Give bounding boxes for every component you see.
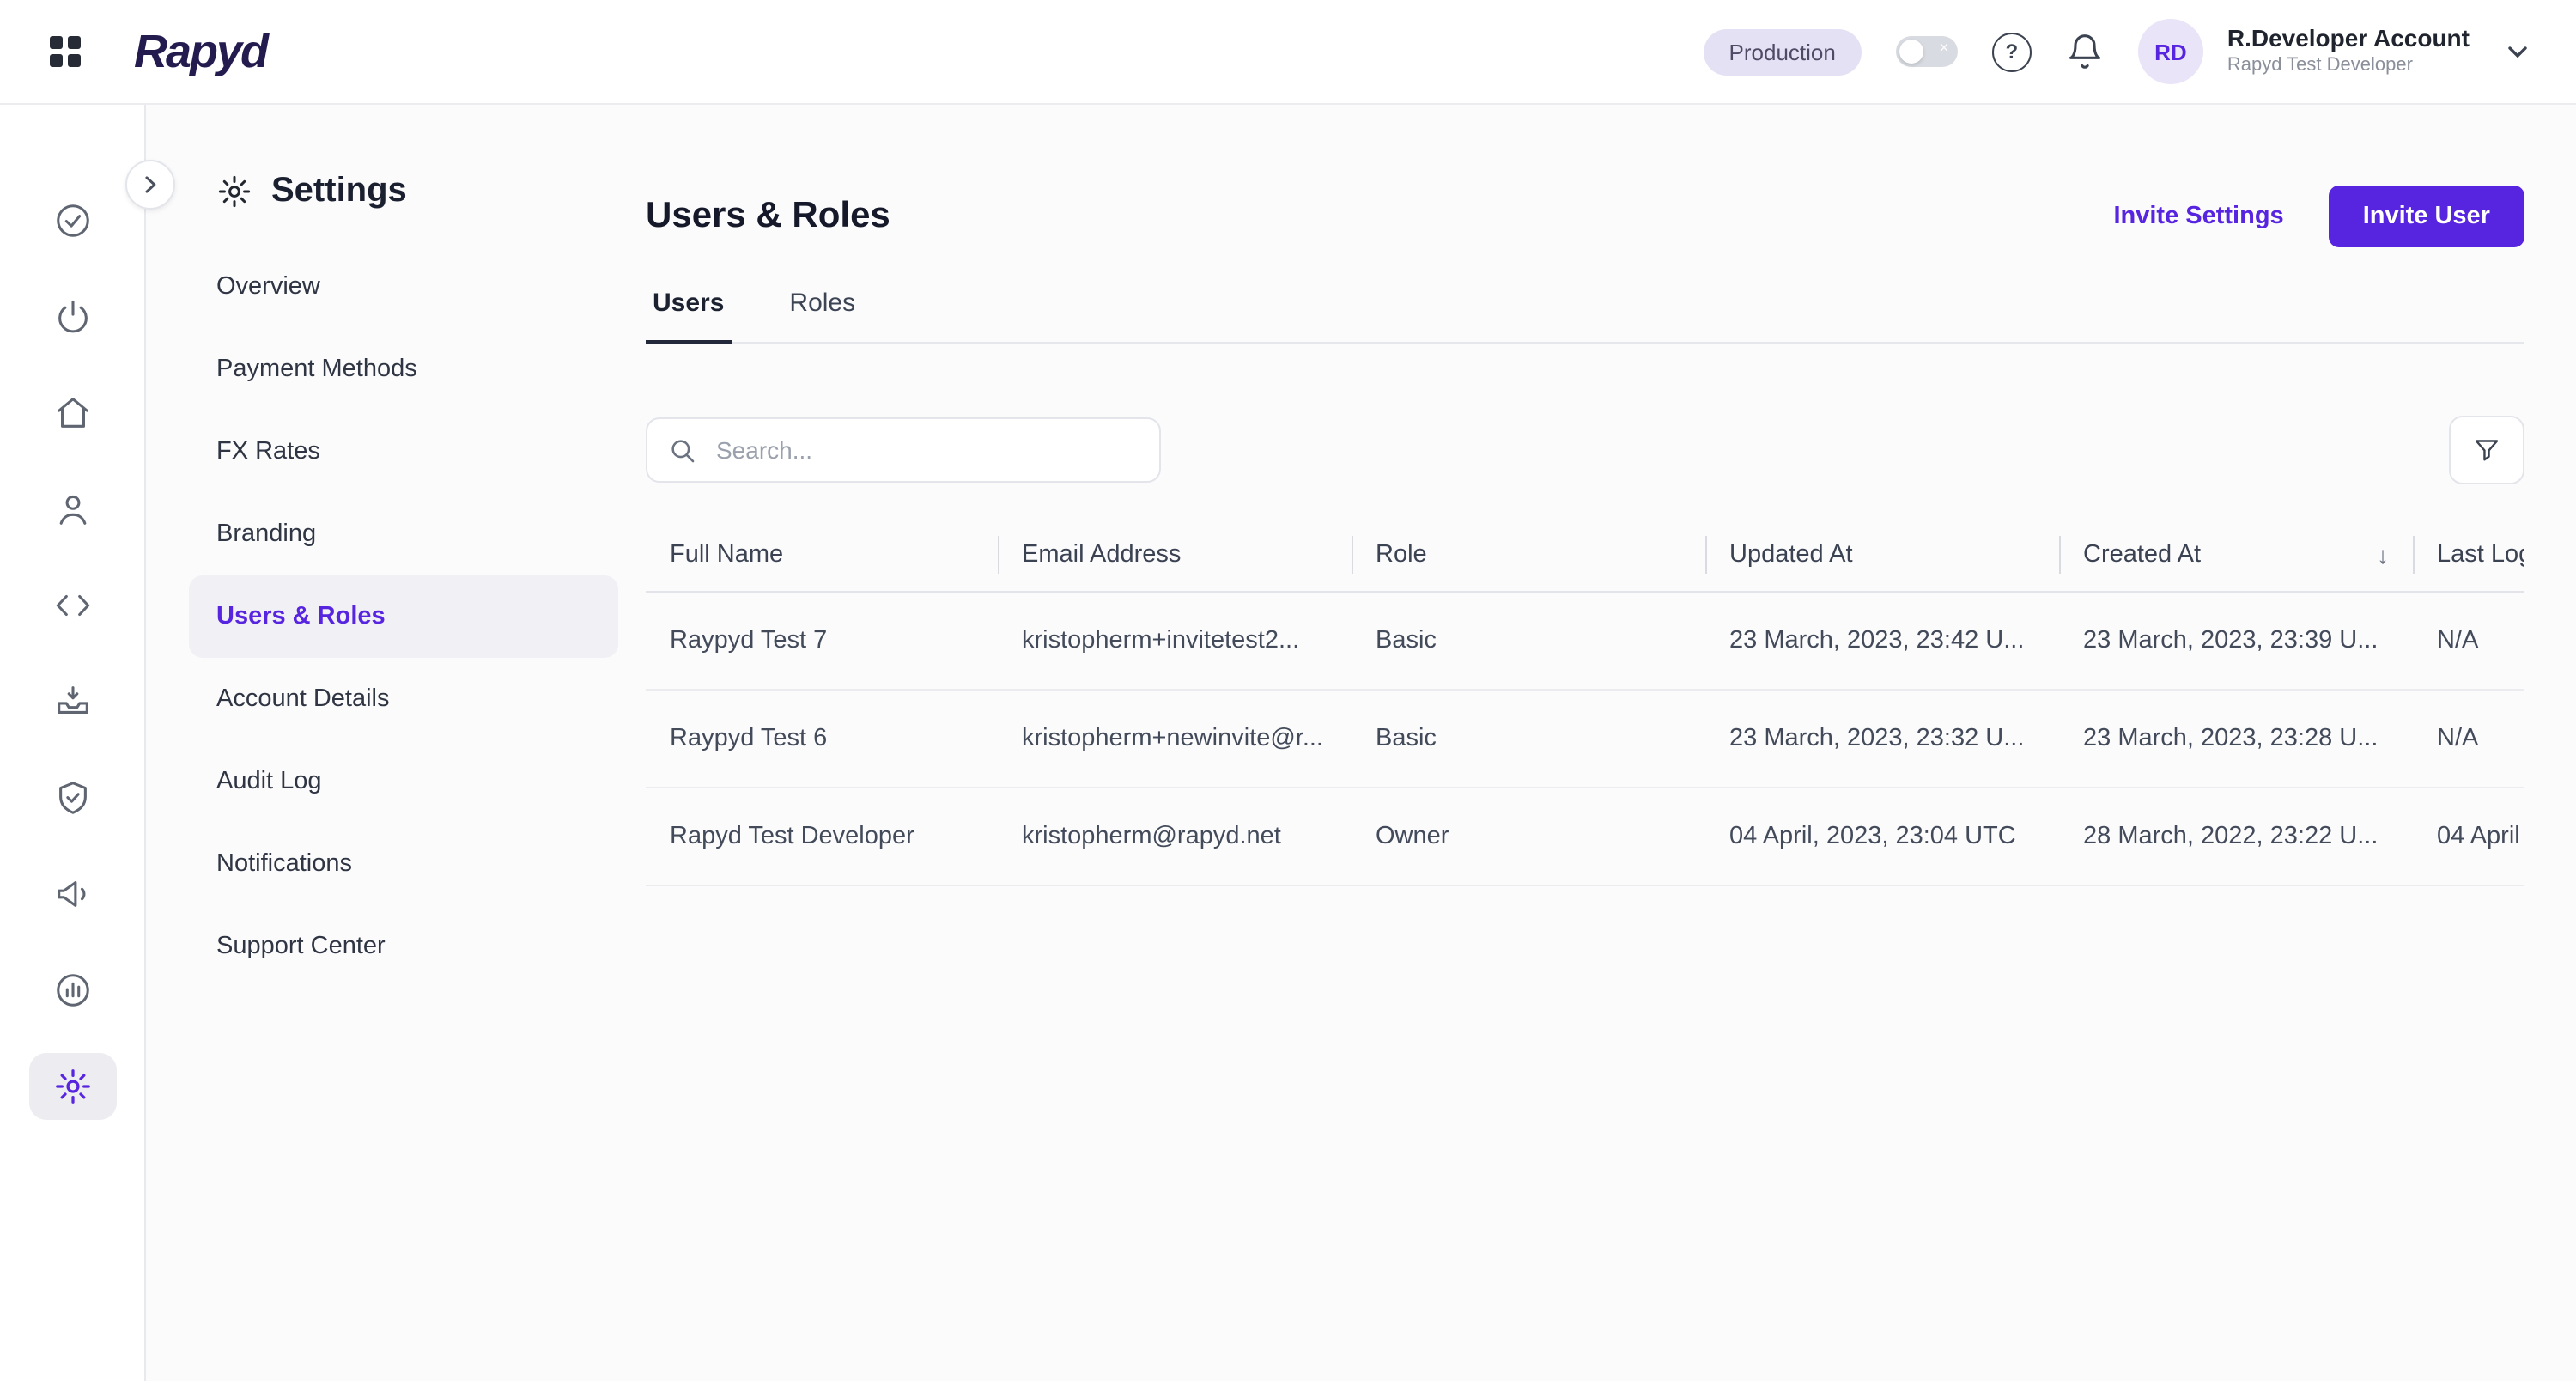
table-cell: 04 April, 2023, 23:04 UTC	[1729, 823, 2016, 850]
column-header-label: Full Name	[670, 541, 784, 569]
account-info: R.Developer Account Rapyd Test Developer	[2227, 25, 2470, 79]
column-header-label: Updated At	[1729, 541, 1853, 569]
search-icon	[671, 439, 695, 462]
column-header[interactable]: Role	[1352, 541, 1705, 569]
table-row[interactable]: Raypyd Test 6 kristopherm+newinvite@r... B…	[646, 690, 2524, 788]
table-row[interactable]: Rapyd Test Developer kristopherm@rapyd.ne…	[646, 788, 2524, 886]
top-header: Rapyd Production × ? RD R.Developer Acco…	[0, 0, 2576, 105]
account-name: R.Developer Account	[2227, 24, 2470, 52]
rail-shield-check-icon[interactable]	[52, 776, 92, 818]
settings-nav-item[interactable]: Notifications	[189, 823, 618, 905]
sort-desc-icon[interactable]: ↓	[2377, 541, 2389, 569]
settings-nav-item[interactable]: Account Details	[189, 658, 618, 740]
filter-button[interactable]	[2449, 416, 2524, 484]
table-cell: Raypyd Test 7	[670, 627, 828, 654]
search-box	[646, 417, 1161, 483]
settings-nav-list: Overview Payment Methods FX Rates Branding U…	[189, 246, 618, 988]
table-cell: Raypyd Test 6	[670, 725, 828, 752]
column-header[interactable]: Created At ↓	[2059, 541, 2413, 569]
table-cell: 23 March, 2023, 23:28 U...	[2083, 725, 2379, 752]
table-cell: kristopherm+invitetest2...	[1022, 627, 1300, 654]
settings-nav-item[interactable]: Users & Roles	[189, 575, 618, 658]
app: Rapyd Production × ? RD R.Developer Acco…	[0, 0, 2576, 1381]
table-cell: kristopherm+newinvite@r...	[1022, 725, 1323, 752]
table-cell: Basic	[1376, 627, 1437, 654]
table-cell: 04 April	[2437, 823, 2520, 850]
tab-users[interactable]: Users	[646, 289, 732, 344]
page-title: Users & Roles	[646, 196, 890, 235]
table-header-row: Full Name Email Address Role Updated At Crea…	[646, 519, 2524, 593]
settings-nav-item[interactable]: Audit Log	[189, 740, 618, 823]
active-rail-highlight	[28, 1052, 116, 1119]
sidebar-expand-button[interactable]	[125, 160, 175, 210]
column-header[interactable]: Last Login	[2413, 541, 2524, 569]
table-row[interactable]: Raypyd Test 7 kristopherm+invitetest2... B…	[646, 593, 2524, 690]
column-header-label: Created At	[2083, 541, 2202, 569]
table-cell: 23 March, 2023, 23:42 U...	[1729, 627, 2025, 654]
avatar[interactable]: RD	[2137, 19, 2203, 84]
help-icon[interactable]: ?	[1991, 32, 2032, 71]
rail-power-icon[interactable]	[52, 295, 92, 337]
tab-roles[interactable]: Roles	[782, 289, 862, 342]
rail-settings-gear-icon[interactable]	[28, 1052, 116, 1119]
rail-megaphone-icon[interactable]	[52, 873, 92, 914]
settings-nav-item[interactable]: Branding	[189, 493, 618, 575]
table-cell: Rapyd Test Developer	[670, 823, 914, 850]
users-table: Full Name Email Address Role Updated At Crea…	[646, 519, 2524, 886]
settings-nav-item[interactable]: Support Center	[189, 905, 618, 988]
column-header[interactable]: Full Name	[646, 541, 998, 569]
column-header[interactable]: Email Address	[998, 541, 1352, 569]
tab-bar: Users Roles	[646, 289, 2524, 344]
settings-nav-item[interactable]: FX Rates	[189, 411, 618, 493]
column-header-label: Email Address	[1022, 541, 1182, 569]
invite-user-button[interactable]: Invite User	[2328, 186, 2524, 247]
table-cell: N/A	[2437, 627, 2479, 654]
table-cell: N/A	[2437, 725, 2479, 752]
invite-settings-link[interactable]: Invite Settings	[2113, 203, 2283, 230]
table-cell: 23 March, 2023, 23:32 U...	[1729, 725, 2025, 752]
icon-rail	[0, 103, 146, 1381]
environment-toggle[interactable]: ×	[1895, 36, 1958, 67]
column-header-label: Last Login	[2437, 541, 2524, 569]
account-menu-chevron-icon[interactable]	[2504, 38, 2531, 65]
settings-nav-item[interactable]: Overview	[189, 246, 618, 328]
search-input[interactable]	[713, 435, 1139, 465]
table-body: Raypyd Test 7 kristopherm+invitetest2... B…	[646, 593, 2524, 886]
rail-user-icon[interactable]	[52, 488, 92, 529]
funnel-icon	[2475, 440, 2499, 461]
table-cell: Basic	[1376, 725, 1437, 752]
settings-nav-item[interactable]: Payment Methods	[189, 328, 618, 411]
table-cell: 23 March, 2023, 23:39 U...	[2083, 627, 2379, 654]
rail-inbox-tray-icon[interactable]	[52, 680, 92, 721]
table-cell: kristopherm@rapyd.net	[1022, 823, 1281, 850]
settings-title: Settings	[271, 172, 407, 210]
table-cell: 28 March, 2022, 23:22 U...	[2083, 823, 2379, 850]
table-cell: Owner	[1376, 823, 1449, 850]
notifications-bell-icon[interactable]	[2066, 33, 2104, 70]
rail-code-icon[interactable]	[52, 584, 92, 625]
environment-badge: Production	[1703, 28, 1862, 75]
rail-check-circle-icon[interactable]	[52, 199, 92, 240]
account-subtitle: Rapyd Test Developer	[2227, 54, 2413, 76]
rail-home-icon[interactable]	[52, 392, 92, 433]
settings-sidebar: Settings Overview Payment Methods FX Rates…	[189, 103, 618, 988]
main-content: Users & Roles Invite Settings Invite Use…	[646, 103, 2576, 1381]
rail-bar-chart-icon[interactable]	[52, 969, 92, 1010]
column-header[interactable]: Updated At	[1705, 541, 2059, 569]
app-launcher-icon[interactable]	[45, 31, 86, 72]
column-header-label: Role	[1376, 541, 1427, 569]
settings-gear-icon	[218, 175, 251, 208]
toggle-knob	[1899, 40, 1923, 64]
settings-heading: Settings	[189, 172, 618, 211]
toggle-off-icon: ×	[1939, 39, 1949, 58]
rapyd-logo: Rapyd	[134, 25, 269, 76]
